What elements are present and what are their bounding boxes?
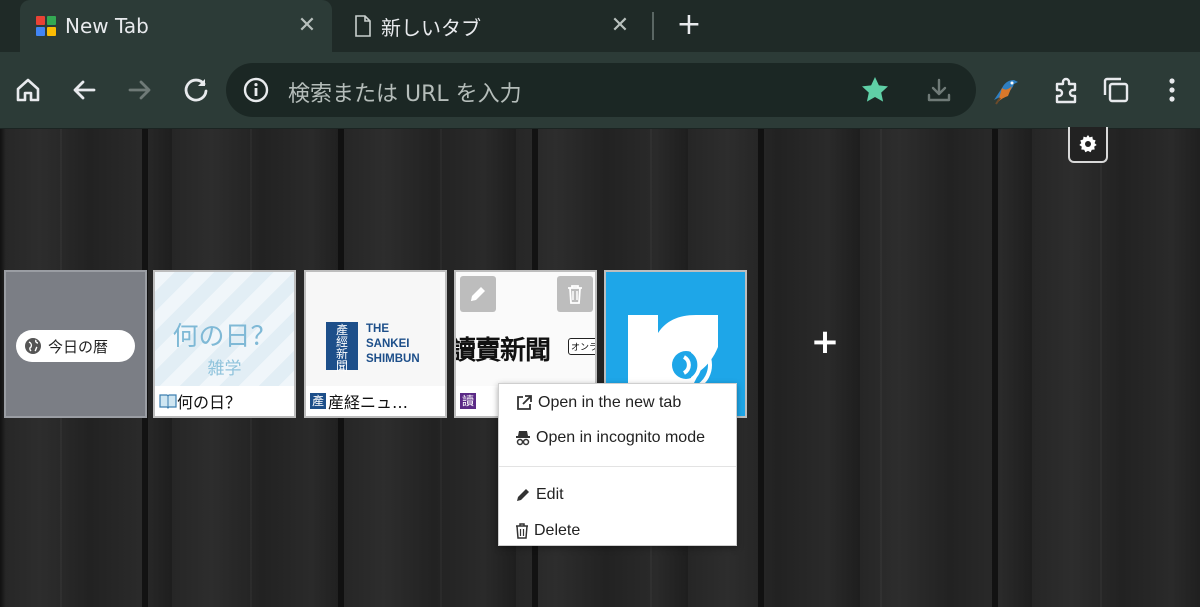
tab-title: New Tab [65, 14, 149, 38]
menu-item-delete[interactable]: Delete [499, 516, 736, 546]
star-icon[interactable] [860, 75, 890, 105]
menu-item-incognito[interactable]: Open in incognito mode [499, 423, 736, 453]
sankei-logo-line: THE [366, 323, 389, 335]
menu-divider [499, 466, 736, 467]
menu-item-edit[interactable]: Edit [499, 480, 736, 510]
tile-thumbnail: 何の日？ 雑学 [155, 272, 294, 386]
info-icon[interactable] [242, 76, 270, 104]
tab-search-icon[interactable] [1098, 72, 1134, 108]
close-icon[interactable]: ✕ [294, 13, 320, 39]
pencil-icon [517, 489, 529, 501]
menu-icon[interactable] [1154, 72, 1190, 108]
home-icon[interactable] [10, 72, 46, 108]
document-icon [355, 15, 371, 37]
gear-icon [1079, 135, 1097, 153]
tab-strip: New Tab ✕ 新しいタブ ✕ + [0, 0, 1200, 52]
sankei-logo-line: SHIMBUN [366, 353, 420, 365]
context-menu: Open in the new tab Open in incognito mo… [498, 383, 737, 546]
menu-item-label: Delete [534, 522, 581, 539]
omnibox[interactable]: 検索または URL を入力 [226, 63, 976, 117]
sankei-favicon: 產 [310, 393, 326, 409]
tab-new-tab[interactable]: New Tab ✕ [20, 0, 332, 52]
omnibox-placeholder[interactable]: 検索または URL を入力 [288, 76, 522, 108]
tile-label-pill: 今日の暦 [16, 330, 135, 362]
tile-caption: 何の日？ [155, 386, 294, 416]
back-icon[interactable] [66, 72, 102, 108]
tab-title: 新しいタブ [381, 15, 481, 40]
toolbar: 検索または URL を入力 [0, 52, 1200, 129]
menu-item-label: Open in the new tab [538, 394, 682, 411]
extensions-icon[interactable] [1048, 72, 1084, 108]
new-tab-page: 今日の暦 何の日？ 雑学 何の日？ 產經新聞 THE SANKEI SHIMBU… [0, 127, 1200, 607]
grid-icon [36, 16, 56, 36]
speed-dial-tile-nannohi[interactable]: 何の日？ 雑学 何の日？ [153, 270, 296, 418]
tile-caption-text: 何の日？ [177, 393, 242, 412]
plank-seam [758, 129, 764, 607]
reload-icon[interactable] [178, 72, 214, 108]
speed-dial-tile-sankei[interactable]: 產經新聞 THE SANKEI SHIMBUN 產 産経ニュ… [304, 270, 447, 418]
tile-caption-text: 産経ニュ… [328, 393, 409, 412]
yomiuri-favicon: 讀 [460, 393, 476, 409]
tab-atarashii[interactable]: 新しいタブ ✕ [340, 0, 645, 52]
globe-icon [25, 338, 41, 354]
tile-caption: 產 産経ニュ… [306, 386, 445, 416]
menu-item-label: Edit [536, 486, 564, 503]
plank-seam [992, 129, 998, 607]
wood-grain [880, 129, 882, 607]
edit-tile-button[interactable] [460, 276, 496, 312]
yomiuri-logo: 讀賣新聞 [454, 336, 551, 366]
sankei-logo-text: THE SANKEI SHIMBUN [366, 322, 420, 367]
wood-grain [1100, 129, 1102, 607]
thumbnail-subtitle: 雑学 [207, 359, 242, 379]
incognito-icon [516, 431, 530, 446]
external-link-icon [517, 395, 532, 410]
new-tab-button[interactable]: + [672, 10, 706, 42]
close-icon[interactable]: ✕ [607, 13, 633, 39]
tile-thumbnail: 產經新聞 THE SANKEI SHIMBUN [306, 272, 445, 386]
delete-tile-button[interactable] [557, 276, 593, 312]
add-tile-button[interactable]: + [810, 325, 840, 359]
menu-item-open-new-tab[interactable]: Open in the new tab [499, 388, 736, 418]
trash-icon [568, 285, 582, 304]
yomiuri-tag: オンライ [568, 338, 595, 355]
sankei-seal: 產經新聞 [326, 322, 358, 372]
tile-pill-text: 今日の暦 [48, 337, 109, 356]
forward-icon[interactable] [122, 72, 158, 108]
download-icon[interactable] [924, 75, 954, 105]
menu-item-label: Open in incognito mode [536, 429, 705, 446]
pencil-icon [471, 287, 485, 301]
sankei-logo-line: SANKEI [366, 338, 410, 350]
speed-dial-tile-koyomi[interactable]: 今日の暦 [4, 270, 147, 418]
trash-icon [516, 523, 528, 539]
book-icon [159, 394, 177, 409]
thumbnail-title: 何の日？ [172, 322, 277, 352]
bird-icon[interactable] [986, 70, 1026, 110]
tab-separator [652, 12, 654, 40]
settings-button[interactable] [1068, 127, 1108, 163]
